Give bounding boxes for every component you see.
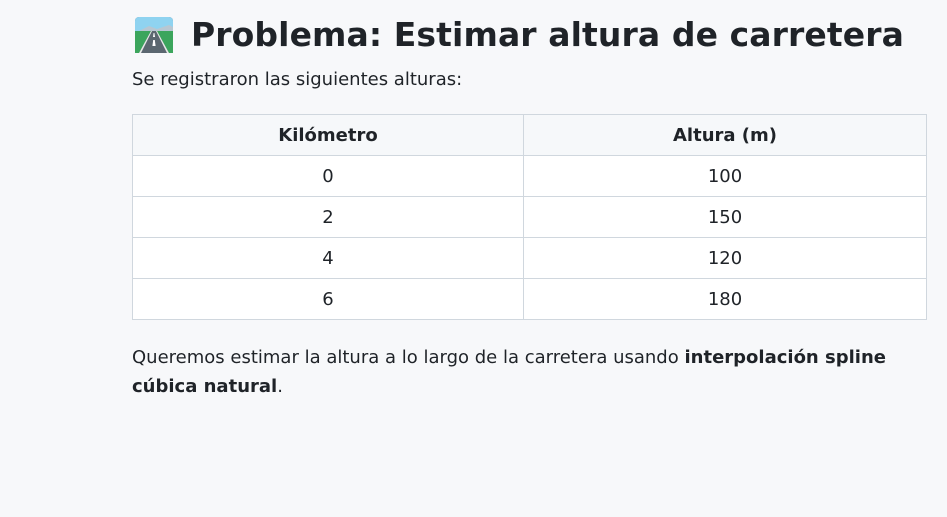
table-row: 0 100	[132, 155, 927, 197]
table-cell-altura: 180	[523, 278, 927, 320]
outro-text: Queremos estimar la altura a lo largo de…	[132, 347, 685, 368]
table-cell-kilometro: 4	[132, 237, 524, 279]
title-row: Problema: Estimar altura de carretera	[132, 0, 927, 70]
road-icon	[135, 17, 173, 53]
table-row: 4 120	[132, 237, 927, 279]
document-body: Problema: Estimar altura de carretera Se…	[132, 0, 927, 397]
altitude-table: Kilómetro Altura (m) 0 100 2 150 4 120 6…	[132, 114, 927, 320]
page-title: Problema: Estimar altura de carretera	[191, 15, 905, 54]
intro-text: Se registraron las siguientes alturas:	[132, 69, 463, 90]
table-cell-kilometro: 6	[132, 278, 524, 320]
column-header-altura: Altura (m)	[523, 114, 927, 156]
table-cell-kilometro: 2	[132, 196, 524, 238]
column-header-kilometro: Kilómetro	[132, 114, 524, 156]
outro-period: .	[277, 376, 283, 397]
table-row: 6 180	[132, 278, 927, 320]
table-row: 2 150	[132, 196, 927, 238]
table-cell-kilometro: 0	[132, 155, 524, 197]
table-cell-altura: 120	[523, 237, 927, 279]
table-cell-altura: 150	[523, 196, 927, 238]
table-cell-altura: 100	[523, 155, 927, 197]
outro-paragraph: Queremos estimar la altura a lo largo de…	[132, 343, 927, 401]
table-header-row: Kilómetro Altura (m)	[132, 114, 927, 156]
